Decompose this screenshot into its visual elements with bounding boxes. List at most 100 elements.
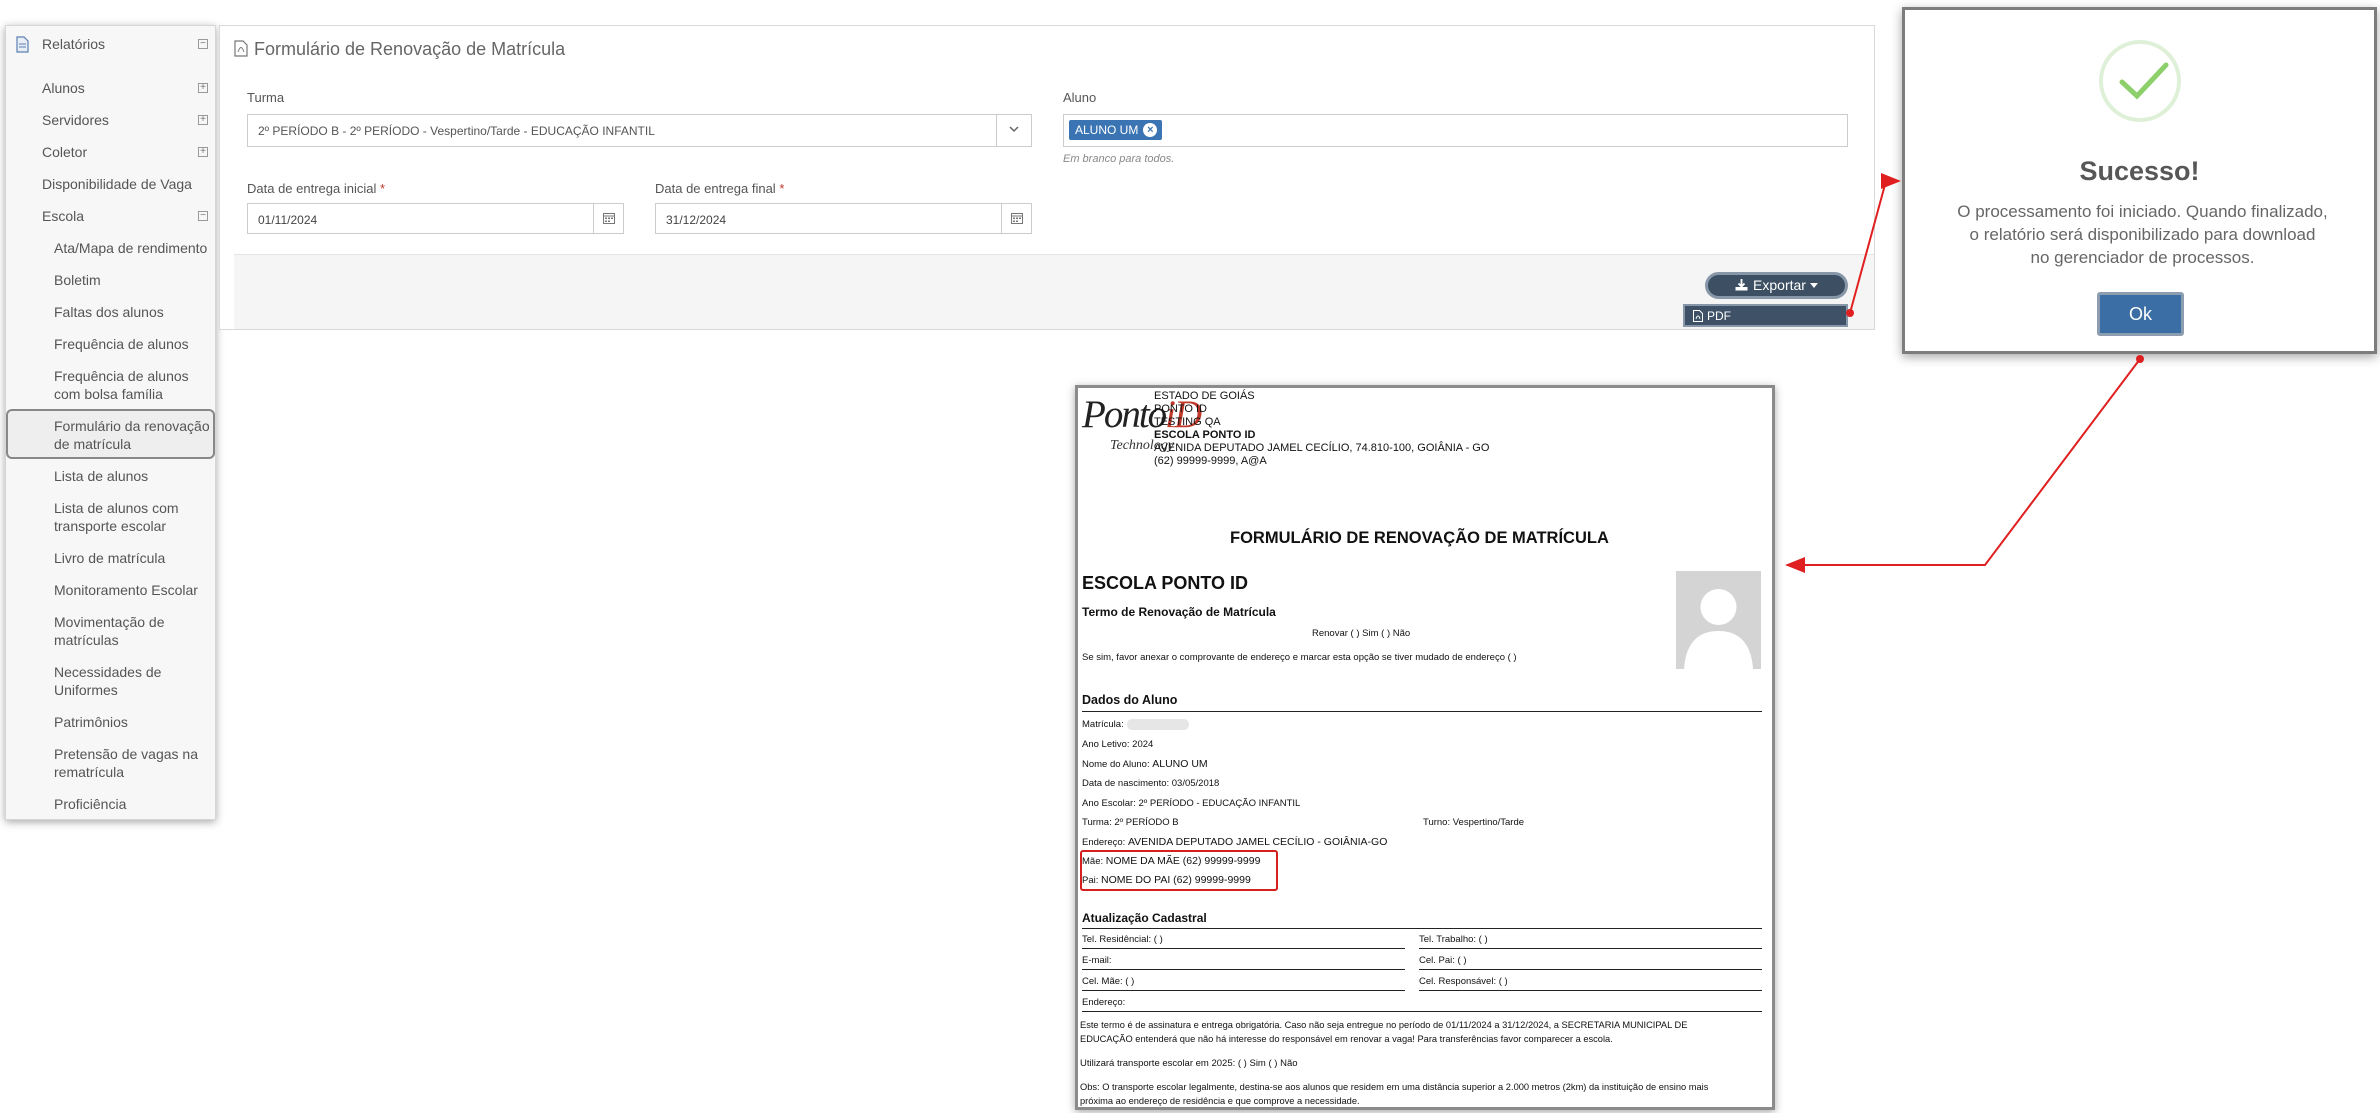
sidebar-subitem-monitoramento[interactable]: Monitoramento Escolar xyxy=(54,581,198,599)
panel-footer xyxy=(234,254,1874,329)
header-state: ESTADO DE GOIÁS xyxy=(1154,390,1255,402)
sidebar-item-disponibilidade[interactable]: Disponibilidade de Vaga xyxy=(42,175,192,193)
ano-escolar: Ano Escolar: 2º PERÍODO - EDUCAÇÃO INFAN… xyxy=(1082,798,1301,809)
success-check-icon xyxy=(2099,40,2181,122)
subitem-label: Lista de alunos com xyxy=(54,500,179,516)
sidebar-header-relatorios[interactable]: Relatórios − xyxy=(6,26,215,62)
sidebar-subitem-lista-alunos[interactable]: Lista de alunos xyxy=(54,467,148,485)
collapse-icon[interactable]: − xyxy=(198,39,208,49)
divider xyxy=(1082,711,1762,712)
header-school: ESCOLA PONTO ID xyxy=(1154,429,1256,441)
sidebar-subitem-lista-transporte[interactable]: Lista de alunos com transporte escolar xyxy=(54,499,179,535)
sidebar-subitem-livro-matricula[interactable]: Livro de matrícula xyxy=(54,549,165,567)
required-mark: * xyxy=(779,181,785,196)
sidebar-subitem-patrimonios[interactable]: Patrimônios xyxy=(54,713,128,731)
matricula: Matrícula: xyxy=(1082,719,1124,730)
sidebar-subitem-frequencia-bolsa[interactable]: Frequência de alunos com bolsa família xyxy=(54,367,189,403)
subitem-label-2: com bolsa família xyxy=(54,386,163,402)
calendar-icon[interactable] xyxy=(593,204,623,233)
page-title-text: Formulário de Renovação de Matrícula xyxy=(254,39,566,59)
data-inicial-input[interactable]: 01/11/2024 xyxy=(247,203,624,234)
endereco-value: AVENIDA DEPUTADO JAMEL CECÍLIO - GOIÂNIA… xyxy=(1127,836,1388,848)
aluno-hint: Em branco para todos. xyxy=(1063,153,1175,165)
sidebar-subitem-frequencia[interactable]: Frequência de alunos xyxy=(54,335,189,353)
sidebar-subitem-proficiencia[interactable]: Proficiência xyxy=(54,795,126,813)
pdf-file-icon xyxy=(234,40,248,57)
data-final-label-text: Data de entrega final xyxy=(655,181,776,196)
report-form-panel: Formulário de Renovação de Matrícula Tur… xyxy=(219,25,1875,330)
chevron-down-icon[interactable] xyxy=(996,115,1031,146)
subitem-label-2: rematrícula xyxy=(54,764,125,780)
sidebar-subitem-faltas[interactable]: Faltas dos alunos xyxy=(54,303,164,321)
subitem-label: Necessidades de xyxy=(54,664,162,680)
caret-down-icon xyxy=(1809,283,1818,288)
sidebar-subitem-ata[interactable]: Ata/Mapa de rendimento xyxy=(54,239,207,257)
subitem-label: Formulário da renovação xyxy=(54,418,210,434)
dialog-title: Sucesso! xyxy=(2079,156,2200,186)
aluno-tag-input[interactable]: ALUNO UM × xyxy=(1063,114,1848,147)
expand-icon[interactable]: + xyxy=(198,83,208,93)
export-button[interactable]: Exportar xyxy=(1705,272,1848,299)
page-title: Formulário de Renovação de Matrícula xyxy=(234,39,565,60)
sidebar-subitem-formulario-renovacao[interactable]: Formulário da renovação de matrícula xyxy=(54,417,210,453)
sidebar-subitem-uniformes[interactable]: Necessidades de Uniformes xyxy=(54,663,161,699)
divider xyxy=(1419,990,1762,991)
arrow-origin-dot xyxy=(2136,355,2144,363)
turma-select-value: 2º PERÍODO B - 2º PERÍODO - Vespertino/T… xyxy=(258,124,655,138)
download-icon xyxy=(1735,279,1748,291)
expand-icon[interactable]: + xyxy=(198,147,208,157)
cel-mae: Cel. Mãe: ( ) xyxy=(1082,976,1135,987)
collapse-icon[interactable]: − xyxy=(198,211,208,221)
subitem-label-2: Uniformes xyxy=(54,682,118,698)
logo-main-text: Ponto xyxy=(1082,393,1167,436)
remove-tag-icon[interactable]: × xyxy=(1143,123,1158,137)
turno: Turno: Vespertino/Tarde xyxy=(1423,817,1525,828)
subitem-label: Lista de alunos xyxy=(54,468,149,484)
nome-aluno: Nome do Aluno: ALUNO UM xyxy=(1082,758,1208,770)
arrow-dialog-to-report xyxy=(1785,358,2141,573)
pdf-menu-item[interactable]: PDF xyxy=(1683,304,1848,327)
sidebar-item-escola[interactable]: Escola xyxy=(42,207,84,225)
divider xyxy=(1082,969,1405,970)
pdf-menu-label: PDF xyxy=(1707,309,1731,323)
endereco: Endereço: AVENIDA DEPUTADO JAMEL CECÍLIO… xyxy=(1082,836,1387,848)
atualizacao-title: Atualização Cadastral xyxy=(1082,911,1207,925)
endereco-label: Endereço: xyxy=(1082,837,1126,848)
termo-title: Termo de Renovação de Matrícula xyxy=(1082,605,1276,619)
subitem-label: Ata/Mapa de rendimento xyxy=(54,240,208,256)
redacted-value xyxy=(1127,719,1189,730)
sidebar-subitem-pretensao[interactable]: Pretensão de vagas na rematrícula xyxy=(54,745,198,781)
turma-select[interactable]: 2º PERÍODO B - 2º PERÍODO - Vespertino/T… xyxy=(247,114,1032,147)
subitem-label-2: de matrícula xyxy=(54,436,132,452)
subitem-label: Pretensão de vagas na xyxy=(54,746,198,762)
tel-residencial: Tel. Residêncial: ( ) xyxy=(1082,934,1163,945)
header-contact: (62) 99999-9999, A@A xyxy=(1154,455,1267,467)
data-final-value: 31/12/2024 xyxy=(666,213,727,227)
dialog-message-line: no gerenciador de processos. xyxy=(2030,248,2255,267)
data-final-input[interactable]: 31/12/2024 xyxy=(655,203,1032,234)
obs-text: próxima ao endereço de residência e que … xyxy=(1080,1096,1360,1106)
sidebar-item-label: Disponibilidade de Vaga xyxy=(42,176,192,192)
sidebar-subitem-movimentacao[interactable]: Movimentação de matrículas xyxy=(54,613,165,649)
subitem-label: Livro de matrícula xyxy=(54,550,166,566)
dialog-message-line: O processamento foi iniciado. Quando fin… xyxy=(1957,202,2328,221)
required-mark: * xyxy=(379,181,386,196)
expand-icon[interactable]: + xyxy=(198,115,208,125)
ok-button[interactable]: Ok xyxy=(2097,292,2184,336)
header-address: AVENIDA DEPUTADO JAMEL CECÍLIO, 74.810-1… xyxy=(1154,442,1490,454)
sidebar-item-label: Coletor xyxy=(42,144,88,160)
sidebar-subitem-boletim[interactable]: Boletim xyxy=(54,271,101,289)
divider xyxy=(1082,990,1405,991)
termo-text: EDUCAÇÃO entenderá que não há interesse … xyxy=(1080,1034,1613,1044)
divider xyxy=(1082,928,1762,929)
sidebar-item-servidores[interactable]: Servidores xyxy=(42,111,109,129)
data-inicial-label: Data de entrega inicial * xyxy=(247,181,385,196)
sidebar-header-label: Relatórios xyxy=(42,36,106,52)
divider xyxy=(1419,948,1762,949)
calendar-icon[interactable] xyxy=(1001,204,1031,233)
divider xyxy=(1082,948,1405,949)
sidebar-item-coletor[interactable]: Coletor xyxy=(42,143,87,161)
data-inicial-label-text: Data de entrega inicial xyxy=(247,181,377,196)
renovar-options: Renovar ( ) Sim ( ) Não xyxy=(1312,628,1411,639)
sidebar-item-alunos[interactable]: Alunos xyxy=(42,79,85,97)
